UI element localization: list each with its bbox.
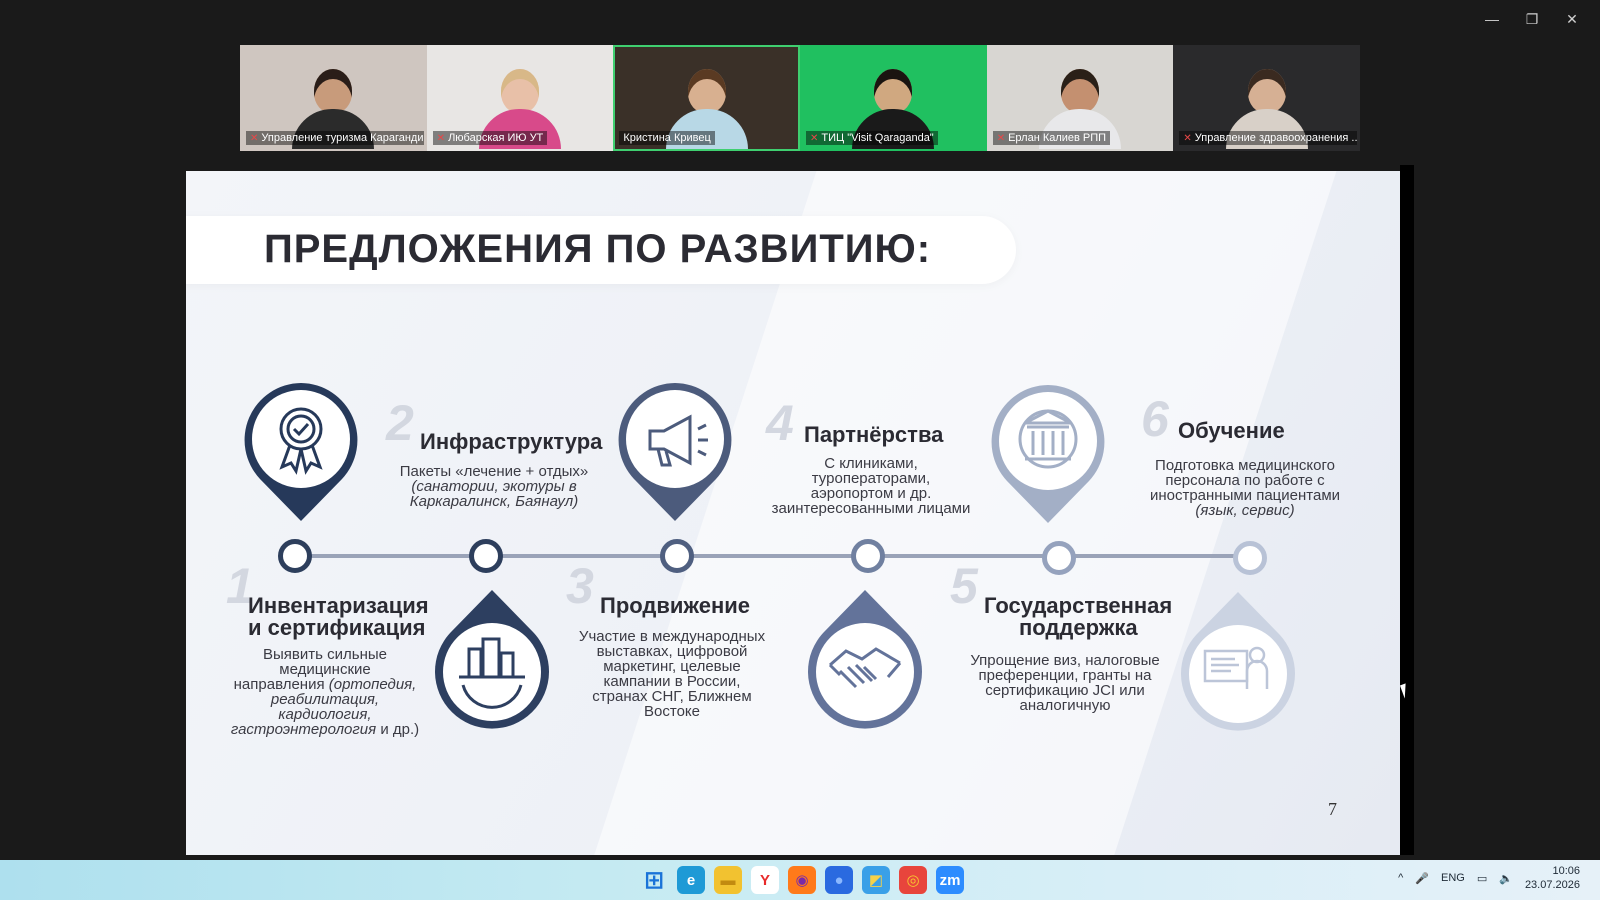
network-icon[interactable]: ▭ — [1477, 872, 1487, 885]
clock-date: 23.07.2026 — [1524, 879, 1580, 891]
timeline-line — [306, 554, 1261, 558]
taskbar-clock[interactable]: 10:06 23.07.2026 — [1525, 864, 1580, 892]
presentation-teacher-icon — [1181, 592, 1295, 731]
microphone-icon[interactable]: 🎤 — [1415, 872, 1429, 885]
participant-name: Кристина Кривец — [619, 131, 715, 145]
certificate-badge-icon — [244, 383, 358, 521]
item-5-heading-2: поддержка — [1019, 615, 1138, 640]
city-gear-icon — [435, 590, 549, 729]
tray-overflow-chevron-icon[interactable]: ^ — [1398, 872, 1403, 884]
participant-tile[interactable]: ✕ Ерлан Калиев РПП — [986, 45, 1174, 151]
language-indicator[interactable]: ENG — [1441, 872, 1465, 884]
timeline-dot-2 — [469, 539, 503, 573]
slide-page-number: 7 — [1328, 799, 1337, 819]
item-5-description: Упрощение виз, налоговые преференции, гр… — [970, 652, 1160, 714]
participant-tile[interactable]: ✕ Управление здравоохранения ... — [1173, 45, 1361, 151]
participant-tile[interactable]: ✕ Управление туризма Караганди... — [240, 45, 427, 151]
shared-slide: ПРЕДЛОЖЕНИЯ ПО РАЗВИТИЮ: 1 Инвентаризаци… — [186, 171, 1400, 855]
timeline-dot-3 — [660, 539, 694, 573]
handshake-icon — [808, 590, 922, 729]
item-3-number: 3 — [566, 558, 594, 614]
participant-tile[interactable]: Кристина Кривец — [613, 45, 801, 151]
item-2-description: Пакеты «лечение + отдых» (санатории, эко… — [399, 463, 589, 510]
item-4-heading: Партнёрства — [804, 422, 944, 447]
item-3-heading: Продвижение — [600, 593, 751, 618]
slide-right-border — [1400, 165, 1414, 855]
volume-icon[interactable]: 🔈 — [1499, 872, 1513, 885]
timeline-dot-5 — [1042, 541, 1076, 575]
slide-title: ПРЕДЛОЖЕНИЯ ПО РАЗВИТИЮ: — [264, 227, 932, 271]
item-4-description: С клиниками, туроператорами, аэропортом … — [771, 455, 971, 517]
muted-mic-icon: ✕ — [250, 132, 259, 144]
participant-name: ✕ ТИЦ "Visit Qaraganda" — [806, 131, 938, 145]
participant-name: ✕ Управление здравоохранения ... — [1179, 131, 1358, 145]
participant-name: ✕ Ерлан Калиев РПП — [992, 131, 1111, 145]
participant-strip: ✕ Управление туризма Караганди... ✕ Любарск… — [240, 45, 1361, 151]
muted-mic-icon: ✕ — [810, 132, 819, 144]
zoom-icon[interactable]: zm — [936, 866, 964, 894]
government-building-icon — [991, 385, 1105, 523]
yandex-browser-icon[interactable]: Y — [751, 866, 779, 894]
item-2-number: 2 — [386, 395, 414, 451]
item-3-description: Участие в международных выставках, цифро… — [578, 628, 766, 720]
chrome-icon[interactable]: ◎ — [899, 866, 927, 894]
firefox-icon[interactable]: ◉ — [788, 866, 816, 894]
participant-name: ✕ Любарская ИЮ УТ — [432, 131, 548, 145]
clock-time: 10:06 — [1552, 865, 1580, 877]
minimize-button[interactable]: — — [1474, 8, 1510, 30]
muted-mic-icon: ✕ — [436, 132, 446, 144]
windows-taskbar: ⊞ e ▬ Y ◉ ● ◩ ◎ zm ^ 🎤 ENG ▭ 🔈 10:06 23.07.2026 — [0, 860, 1600, 900]
participant-tile[interactable]: ✕ Любарская ИЮ УТ — [426, 45, 614, 151]
timeline-dot-6 — [1233, 541, 1267, 575]
item-6-number: 6 — [1141, 391, 1169, 447]
edge-icon[interactable]: e — [677, 866, 705, 894]
participant-tile[interactable]: ✕ ТИЦ "Visit Qaraganda" — [800, 45, 987, 151]
close-button[interactable]: ✕ — [1554, 8, 1590, 30]
zoom-meeting-window: — ❐ ✕ ✕ Управление туризма Караганди... ✕ Л… — [0, 0, 1600, 860]
windows-start-icon[interactable]: ⊞ — [640, 866, 668, 894]
item-6-description: Подготовка медицинского персонала по раб… — [1149, 457, 1341, 519]
timeline-dot-1 — [278, 539, 312, 573]
restore-button[interactable]: ❐ — [1514, 8, 1550, 30]
system-tray: ^ 🎤 ENG ▭ 🔈 10:06 23.07.2026 — [1398, 864, 1580, 892]
file-explorer-icon[interactable]: ▬ — [714, 866, 742, 894]
item-1-description: Выявить сильные медицинские направления … — [230, 646, 420, 738]
muted-mic-icon: ✕ — [1183, 132, 1192, 144]
item-4-number: 4 — [766, 395, 794, 451]
photos-icon[interactable]: ◩ — [862, 866, 890, 894]
item-6-heading: Обучение — [1178, 418, 1285, 443]
participant-name: ✕ Управление туризма Караганди... — [246, 131, 424, 145]
megaphone-icon — [618, 383, 732, 521]
item-2-heading: Инфраструктура — [420, 429, 603, 454]
item-5-number: 5 — [950, 558, 978, 614]
window-controls: — ❐ ✕ — [1474, 8, 1590, 30]
app-blue-icon[interactable]: ● — [825, 866, 853, 894]
timeline-dot-4 — [851, 539, 885, 573]
item-1-heading-2: и сертификация — [248, 615, 426, 640]
muted-mic-icon: ✕ — [996, 132, 1006, 144]
taskbar-apps: ⊞ e ▬ Y ◉ ● ◩ ◎ zm — [640, 866, 964, 894]
